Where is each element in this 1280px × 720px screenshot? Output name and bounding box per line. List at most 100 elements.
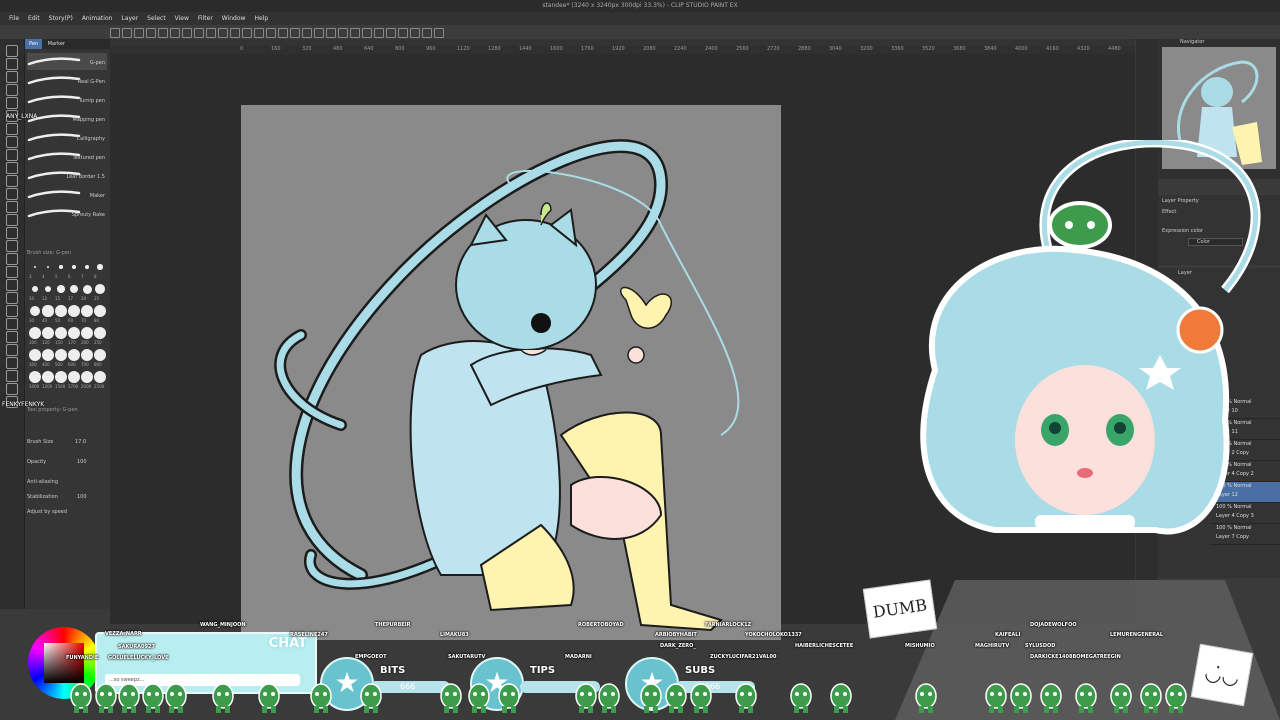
tool-icon[interactable]	[6, 344, 18, 356]
toolbar-icon[interactable]	[170, 28, 180, 38]
tool-icon[interactable]	[6, 175, 18, 187]
toolbar-icon[interactable]	[338, 28, 348, 38]
brush-item[interactable]: Maker	[27, 186, 107, 203]
tool-icon[interactable]	[6, 266, 18, 278]
toolbar-icon[interactable]	[422, 28, 432, 38]
tool-icon[interactable]	[6, 97, 18, 109]
tool-icon[interactable]	[6, 84, 18, 96]
toolbar-icon[interactable]	[230, 28, 240, 38]
menu-help[interactable]: Help	[254, 12, 268, 25]
brush-size-swatch[interactable]	[59, 265, 63, 269]
brush-size-swatch[interactable]	[55, 327, 67, 339]
brush-item[interactable]: Real G-Pen	[27, 72, 107, 89]
brush-item[interactable]: Turnip pen	[27, 91, 107, 108]
brush-size-swatch[interactable]	[68, 371, 80, 383]
toolbar-icon[interactable]	[158, 28, 168, 38]
toolbar-icon[interactable]	[434, 28, 444, 38]
toolbar-icon[interactable]	[254, 28, 264, 38]
brush-item[interactable]: Leaf Border 1.5	[27, 167, 107, 184]
brush-size-swatch[interactable]	[68, 349, 80, 361]
brush-item[interactable]: G-pen	[27, 53, 107, 70]
toolbar-icon[interactable]	[374, 28, 384, 38]
tool-icon[interactable]	[6, 357, 18, 369]
toolbar-icon[interactable]	[194, 28, 204, 38]
brush-size-value[interactable]: 17.0	[75, 439, 86, 445]
brush-size-swatch[interactable]	[29, 349, 41, 361]
brush-size-swatch[interactable]	[68, 327, 80, 339]
brush-size-swatch[interactable]	[42, 327, 54, 339]
toolbar-icon[interactable]	[206, 28, 216, 38]
brush-size-swatch[interactable]	[42, 305, 54, 317]
tab-marker[interactable]: Marker	[44, 39, 69, 49]
tool-icon[interactable]	[6, 253, 18, 265]
toolbar-icon[interactable]	[134, 28, 144, 38]
toolbar-icon[interactable]	[362, 28, 372, 38]
tool-icon[interactable]	[6, 149, 18, 161]
tool-icon[interactable]	[6, 370, 18, 382]
brush-size-swatch[interactable]	[57, 285, 65, 293]
toolbar-icon[interactable]	[242, 28, 252, 38]
tool-icon[interactable]	[6, 188, 18, 200]
tool-icon[interactable]	[6, 305, 18, 317]
toolbar-icon[interactable]	[350, 28, 360, 38]
brush-size-swatch[interactable]	[81, 305, 93, 317]
opacity-value[interactable]: 100	[77, 459, 87, 465]
tool-icon[interactable]	[6, 58, 18, 70]
brush-size-swatch[interactable]	[94, 305, 106, 317]
tool-icon[interactable]	[6, 383, 18, 395]
toolbar-icon[interactable]	[302, 28, 312, 38]
tool-icon[interactable]	[6, 214, 18, 226]
brush-size-swatch[interactable]	[46, 265, 50, 269]
brush-size-swatch[interactable]	[95, 284, 105, 294]
toolbar-icon[interactable]	[290, 28, 300, 38]
menu-storyp[interactable]: Story(P)	[49, 12, 73, 25]
toolbar-icon[interactable]	[110, 28, 120, 38]
brush-size-swatch[interactable]	[94, 349, 106, 361]
brush-size-swatch[interactable]	[29, 371, 41, 383]
tool-icon[interactable]	[6, 240, 18, 252]
brush-size-swatch[interactable]	[44, 285, 52, 293]
tool-icon[interactable]	[6, 331, 18, 343]
menu-layer[interactable]: Layer	[121, 12, 138, 25]
brush-size-swatch[interactable]	[81, 327, 93, 339]
brush-size-swatch[interactable]	[55, 371, 67, 383]
brush-size-swatch[interactable]	[81, 371, 93, 383]
toolbar-icon[interactable]	[410, 28, 420, 38]
toolbar-icon[interactable]	[326, 28, 336, 38]
menu-animation[interactable]: Animation	[82, 12, 113, 25]
brush-size-swatch[interactable]	[42, 349, 54, 361]
tool-icon[interactable]	[6, 201, 18, 213]
brush-item[interactable]: Calligraphy	[27, 129, 107, 146]
brush-size-swatch[interactable]	[94, 371, 106, 383]
tab-pen[interactable]: Pen	[25, 39, 43, 49]
toolbar-icon[interactable]	[122, 28, 132, 38]
menu-window[interactable]: Window	[222, 12, 246, 25]
stabilization-value[interactable]: 100	[77, 494, 87, 500]
tool-icon[interactable]	[6, 45, 18, 57]
brush-size-swatch[interactable]	[29, 327, 41, 339]
brush-size-swatch[interactable]	[42, 371, 54, 383]
document-tabs[interactable]	[110, 39, 1135, 46]
tool-icon[interactable]	[6, 227, 18, 239]
brush-size-swatch[interactable]	[69, 284, 79, 294]
toolbar-icon[interactable]	[182, 28, 192, 38]
tool-icon[interactable]	[6, 71, 18, 83]
tool-icon[interactable]	[6, 318, 18, 330]
adjust-by-speed-checkbox[interactable]: Adjust by speed	[27, 509, 67, 515]
artboard[interactable]	[241, 105, 781, 640]
brush-size-swatch[interactable]	[55, 349, 67, 361]
tool-icon[interactable]	[6, 162, 18, 174]
menu-filter[interactable]: Filter	[198, 12, 213, 25]
brush-size-swatch[interactable]	[81, 349, 93, 361]
brush-size-swatch[interactable]	[82, 284, 92, 294]
brush-size-swatch[interactable]	[71, 264, 77, 270]
brush-size-swatch[interactable]	[31, 285, 39, 293]
menu-view[interactable]: View	[175, 12, 189, 25]
tool-icon[interactable]	[6, 292, 18, 304]
brush-size-swatch[interactable]	[94, 327, 106, 339]
brush-size-swatch[interactable]	[97, 264, 103, 270]
toolbar-icon[interactable]	[218, 28, 228, 38]
brush-size-swatch[interactable]	[84, 264, 90, 270]
brush-size-swatch[interactable]	[29, 305, 41, 317]
menu-file[interactable]: File	[9, 12, 19, 25]
